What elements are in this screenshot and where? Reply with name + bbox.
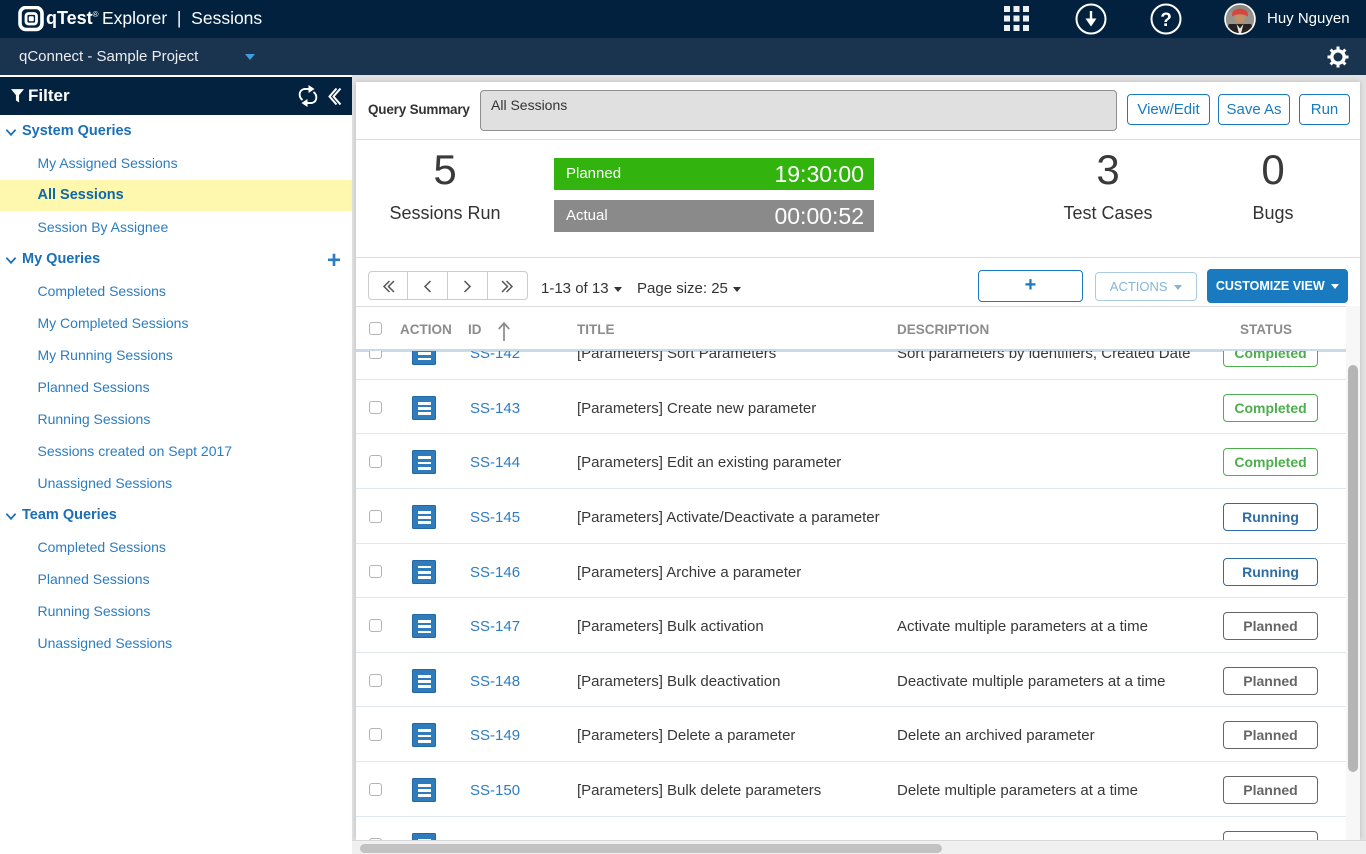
svg-text:?: ? xyxy=(1160,10,1172,31)
